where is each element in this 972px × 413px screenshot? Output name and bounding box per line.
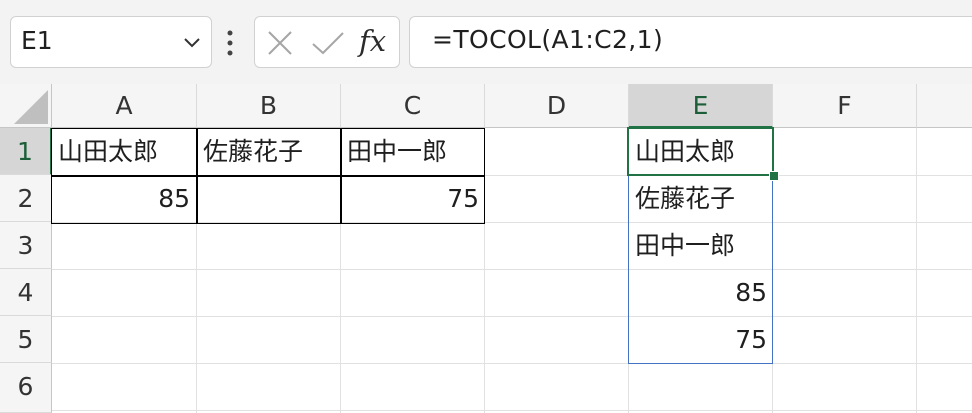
more-options-icon[interactable] [226,29,234,57]
formula-bar-area: E1 fx =TOCOL(A1:C2,1) [0,0,972,84]
active-cell-border [627,127,774,176]
column-header-c[interactable]: C [341,84,485,128]
cancel-icon[interactable] [267,30,293,56]
cell-c2[interactable]: 75 [341,176,485,222]
column-header-b[interactable]: B [197,84,341,128]
select-all-corner[interactable] [0,84,52,128]
cell-e4[interactable]: 85 [629,270,773,316]
row-header-3[interactable]: 3 [0,222,52,269]
gridline [52,363,972,364]
name-box-value: E1 [21,26,53,55]
cell-c1[interactable]: 田中一郎 [341,129,485,175]
cell-a1[interactable]: 山田太郎 [52,129,196,175]
column-header-partial[interactable] [917,84,972,128]
insert-function-icon[interactable]: fx [359,23,386,59]
gridline [52,269,972,270]
formula-buttons: fx [254,16,400,68]
row-header-1[interactable]: 1 [0,128,52,175]
gridline [52,316,972,317]
row-header-2[interactable]: 2 [0,175,52,222]
cell-a2[interactable]: 85 [52,176,196,222]
row-header-4[interactable]: 4 [0,269,52,316]
column-header-e[interactable]: E [629,84,773,128]
formula-text: =TOCOL(A1:C2,1) [432,25,664,54]
chevron-down-icon[interactable] [181,31,203,53]
cell-e5[interactable]: 75 [629,317,773,363]
column-header-a[interactable]: A [52,84,197,128]
select-all-triangle-icon [14,90,48,124]
formula-input[interactable]: =TOCOL(A1:C2,1) [409,16,972,68]
enter-check-icon[interactable] [311,30,345,56]
row-header-6[interactable]: 6 [0,363,52,413]
row-header-5[interactable]: 5 [0,316,52,363]
cell-e3[interactable]: 田中一郎 [629,223,773,269]
column-header-f[interactable]: F [773,84,917,128]
gridline [52,410,972,411]
fill-handle[interactable] [769,171,779,181]
name-box[interactable]: E1 [10,16,212,68]
cell-b1[interactable]: 佐藤花子 [197,129,341,175]
column-header-d[interactable]: D [485,84,629,128]
cell-e2[interactable]: 佐藤花子 [629,176,773,222]
gridline [916,128,917,413]
